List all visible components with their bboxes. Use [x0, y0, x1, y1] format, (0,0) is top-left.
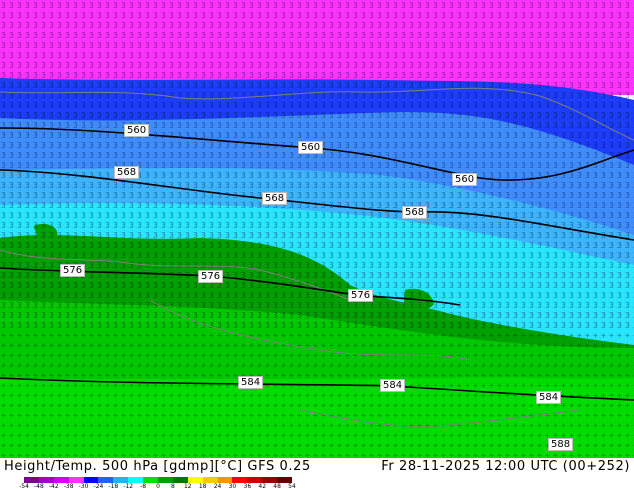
contour-label: 560	[298, 141, 324, 154]
colorbar-tick-label: -42	[48, 483, 59, 490]
colorbar-tick-label: -12	[123, 483, 134, 490]
chart-title: Height/Temp. 500 hPa [gdmp][°C] GFS 0.25	[4, 459, 311, 474]
contour-label: 576	[348, 289, 374, 302]
colorbar-tick-label: -54	[19, 483, 29, 490]
valid-time: Fr 28-11-2025 12:00 UTC (00+252)	[381, 459, 630, 474]
colorbar-tick-label: 18	[198, 483, 207, 490]
contour-label: 568	[262, 192, 288, 205]
contour-label: 584	[380, 379, 406, 392]
contour-label: 568	[402, 206, 428, 219]
colorbar-tick-label: 12	[183, 483, 192, 490]
colorbar-tick-label: 30	[228, 483, 237, 490]
contour-label: 560	[452, 173, 478, 186]
contour-label: 576	[198, 270, 224, 283]
contour-label: 584	[238, 376, 264, 389]
colorbar-tick-label: 24	[213, 483, 222, 490]
colorbar-tick-label: -38	[63, 483, 74, 490]
colorbar-tick-label: 48	[273, 483, 281, 490]
colorbar-tick-label: 0	[156, 483, 160, 490]
colorbar-tick-label: 36	[243, 483, 252, 490]
temperature-field: 3 +	[0, 0, 634, 458]
contour-label: 568	[114, 166, 140, 179]
contour-label: 560	[124, 124, 150, 137]
contour-label: 576	[60, 264, 86, 277]
colorbar-tick-label: -18	[108, 483, 119, 490]
colorbar-tick-label: 54	[288, 483, 296, 490]
contour-label: 588	[548, 438, 574, 451]
colorbar-tick-label: -24	[93, 483, 104, 490]
colorbar-tick-label: -8	[140, 483, 147, 490]
contour-label: 584	[536, 391, 562, 404]
map-panel: 3 +	[0, 0, 634, 458]
footer-bar: Height/Temp. 500 hPa [gdmp][°C] GFS 0.25…	[0, 458, 634, 490]
digit-overlay	[0, 0, 634, 330]
colorbar-tick-label: 42	[258, 483, 267, 490]
colorbar-tick-label: -30	[78, 483, 89, 490]
colorbar-tick-labels: -54 -48 -42 -38 -30 -24 -18 -12 -8 0 8 12 18 24 30 36 42…	[19, 483, 300, 490]
colorbar-tick-label: 8	[170, 483, 175, 490]
colorbar-tick-label: -48	[33, 483, 44, 490]
